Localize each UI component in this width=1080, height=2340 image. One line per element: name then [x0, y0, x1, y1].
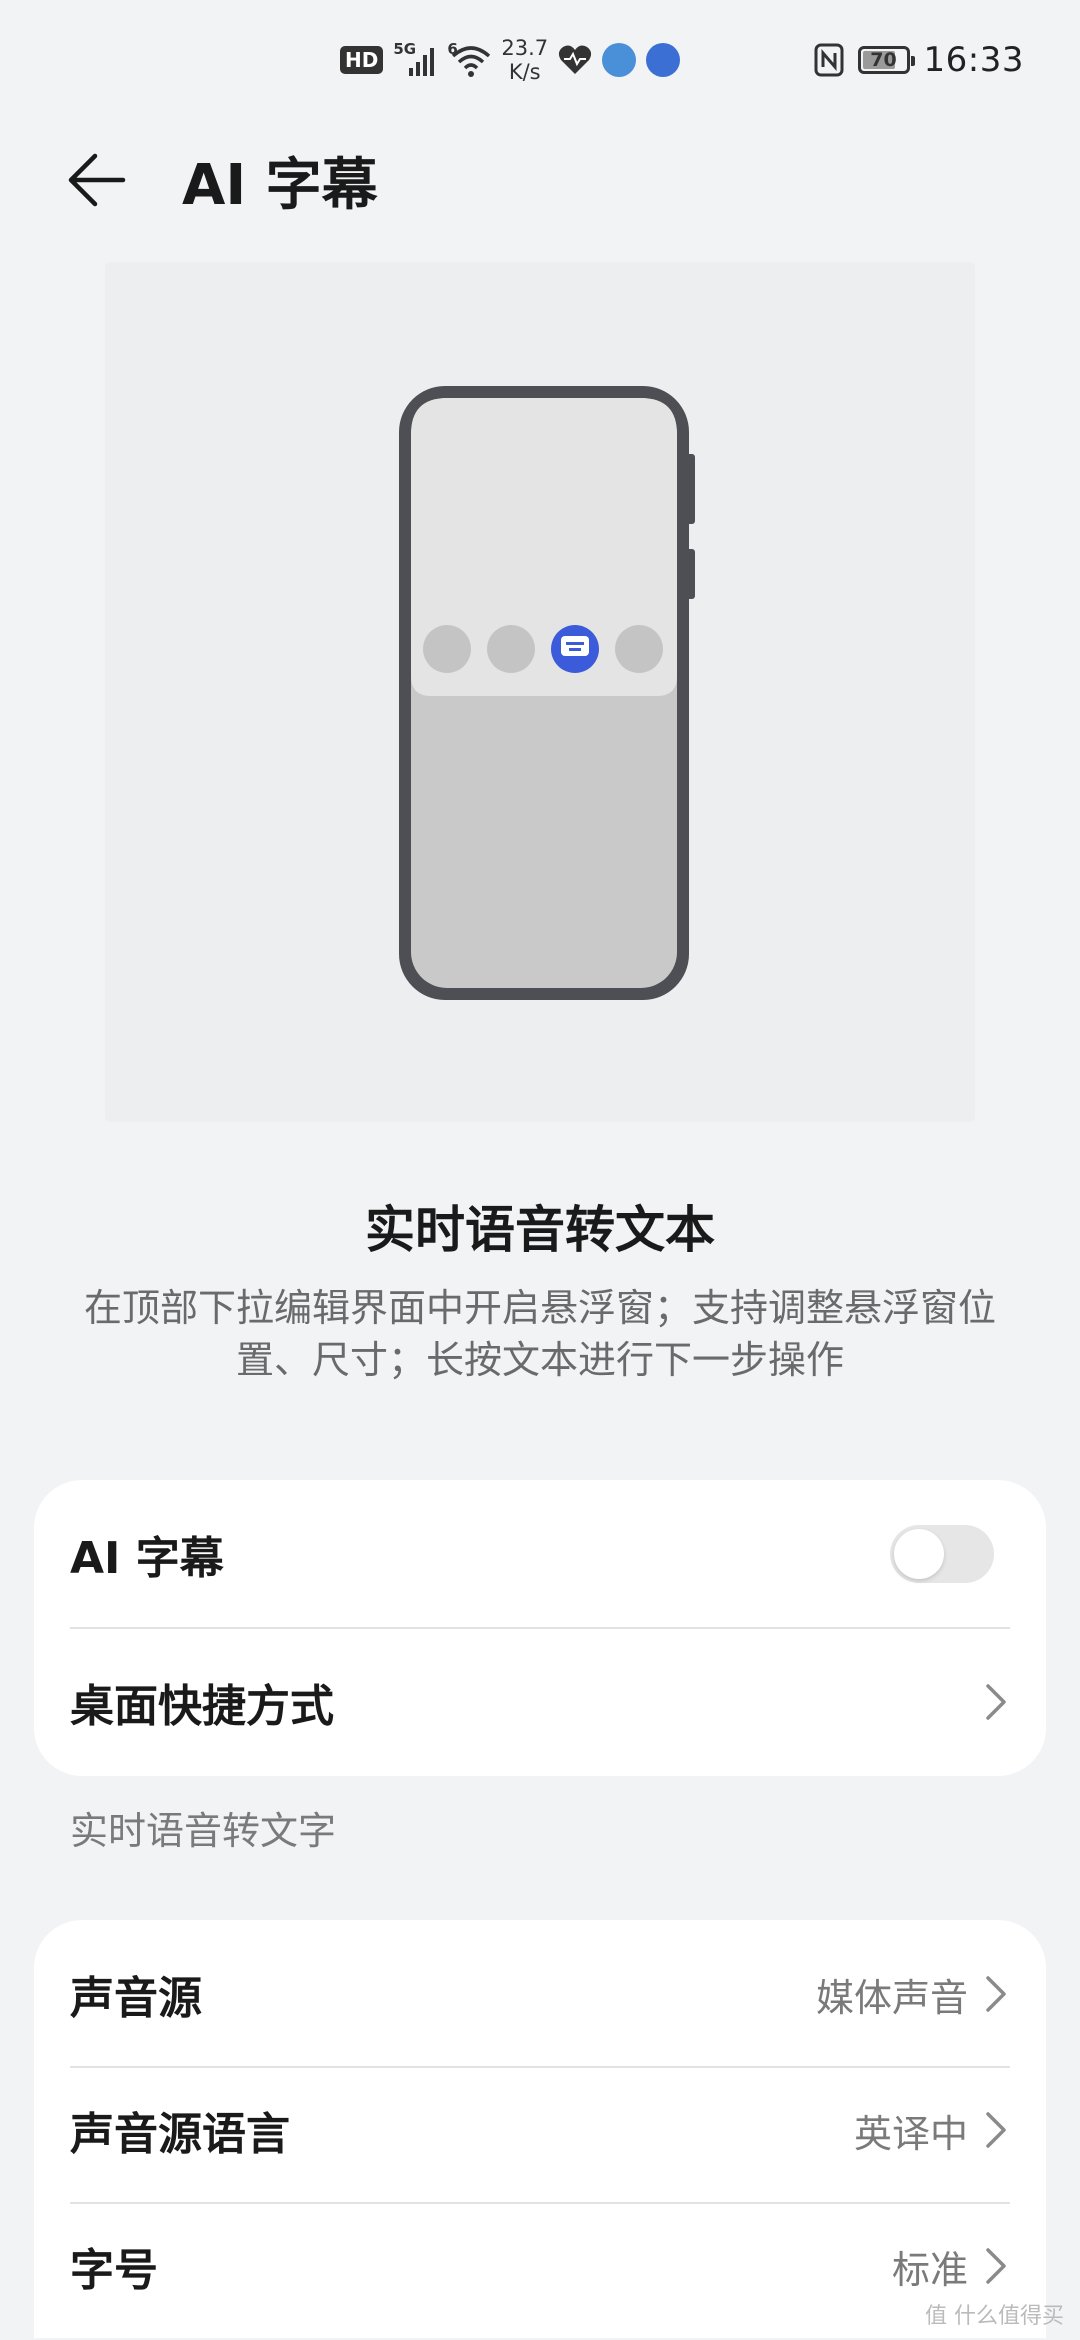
network-speed: 23.7 K/s	[501, 36, 549, 84]
status-right: 70 16:33	[814, 30, 1024, 90]
sound-source-label: 声音源	[70, 1973, 202, 2024]
font-size-value: 标准	[891, 2247, 968, 2292]
phone-illustration	[399, 386, 695, 1000]
nfc-icon	[814, 43, 844, 77]
clock: 16:33	[923, 40, 1024, 80]
font-size-label: 字号	[70, 2245, 158, 2296]
health-heart-icon	[559, 45, 592, 74]
watermark: 值 什么值得买	[925, 2304, 1064, 2329]
switch-knob	[894, 1529, 944, 1579]
back-arrow-icon	[68, 153, 126, 207]
chevron-right-icon	[986, 1684, 1006, 1720]
page-title: AI 字幕	[182, 152, 378, 218]
chevron-right-icon	[986, 2112, 1006, 2148]
app-notification-icon	[602, 43, 637, 77]
font-size-row[interactable]: 字号 标准	[70, 2192, 1010, 2340]
feature-heading: 实时语音转文本	[365, 1201, 715, 1259]
chevron-right-icon	[986, 1976, 1006, 2012]
ai-subtitle-toggle-row[interactable]: AI 字幕	[70, 1480, 1010, 1628]
sound-source-value: 媒体声音	[815, 1975, 968, 2020]
status-bar: HD 5G 6 23.7 K/s 70 16:33	[0, 0, 1080, 120]
ai-subtitle-label: AI 字幕	[70, 1533, 224, 1584]
ai-subtitle-switch[interactable]	[890, 1525, 994, 1583]
title-bar: AI 字幕	[0, 120, 1080, 240]
desktop-shortcut-label: 桌面快捷方式	[70, 1681, 334, 1732]
sound-source-row[interactable]: 声音源 媒体声音	[70, 1920, 1010, 2068]
hd-badge: HD	[340, 46, 384, 74]
source-language-label: 声音源语言	[70, 2109, 290, 2160]
source-language-value: 英译中	[853, 2111, 968, 2156]
section-label: 实时语音转文字	[70, 1809, 337, 1853]
wifi-icon: 6	[447, 40, 491, 80]
cellular-signal-icon: 5G	[393, 40, 437, 80]
battery-icon: 70	[857, 46, 915, 74]
source-language-row[interactable]: 声音源语言 英译中	[70, 2056, 1010, 2204]
desktop-shortcut-row[interactable]: 桌面快捷方式	[70, 1628, 1010, 1776]
feature-illustration	[105, 262, 975, 1122]
settings-card: 声音源 媒体声音 声音源语言 英译中 字号 标准	[34, 1920, 1046, 2338]
ai-subtitle-card: AI 字幕 桌面快捷方式	[34, 1480, 1046, 1776]
back-button[interactable]	[32, 120, 162, 240]
battery-level: 70	[870, 49, 897, 71]
browser-notification-icon	[646, 43, 681, 77]
status-icons: HD 5G 6 23.7 K/s	[340, 30, 681, 90]
feature-description: 在顶部下拉编辑界面中开启悬浮窗；支持调整悬浮窗位置、尺寸；长按文本进行下一步操作	[83, 1286, 996, 1382]
chevron-right-icon	[986, 2248, 1006, 2284]
